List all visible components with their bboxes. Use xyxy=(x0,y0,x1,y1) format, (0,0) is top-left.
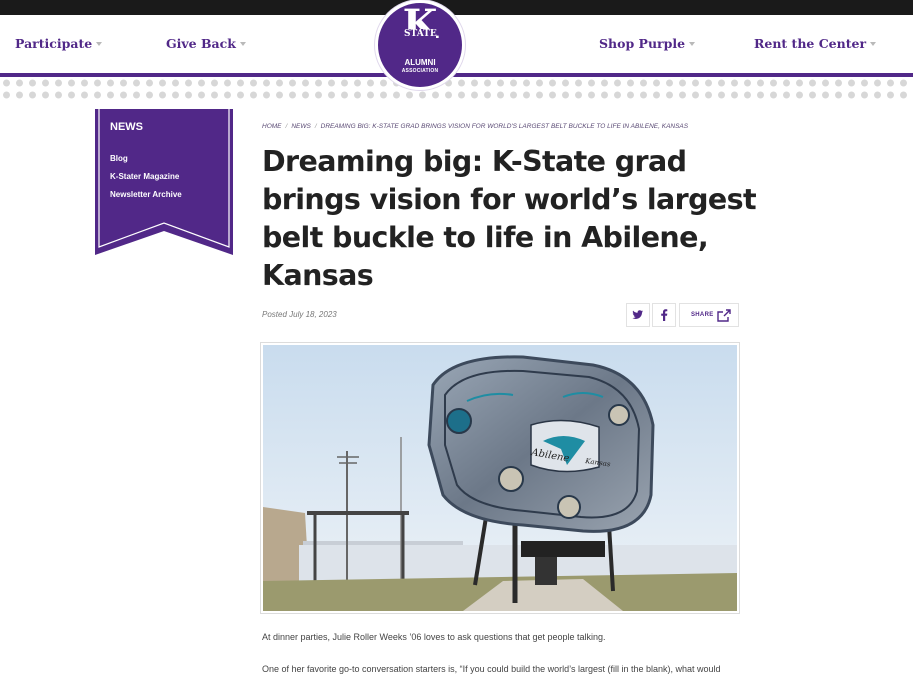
share-icon xyxy=(717,309,731,322)
article-paragraph-1: At dinner parties, Julie Roller Weeks ’0… xyxy=(262,632,606,642)
belt-buckle-photo: Abilene Kansas xyxy=(263,345,737,611)
article-photo: Abilene Kansas xyxy=(260,342,740,614)
share-button[interactable]: SHARE xyxy=(679,303,739,327)
sidebar-item-newsletter-archive[interactable]: Newsletter Archive xyxy=(110,190,182,199)
article-title: Dreaming big: K-State grad brings vision… xyxy=(262,145,757,292)
article-paragraph-2: One of her favorite go-to conversation s… xyxy=(262,664,721,674)
chevron-down-icon xyxy=(870,41,877,46)
facebook-share-button[interactable] xyxy=(652,303,676,327)
twitter-share-button[interactable] xyxy=(626,303,650,327)
chevron-down-icon xyxy=(96,41,103,46)
nav-participate[interactable]: Participate xyxy=(15,36,103,51)
nav-rent-center-label: Rent the Center xyxy=(754,36,867,51)
nav-give-back[interactable]: Give Back xyxy=(166,36,246,51)
sidebar-news-banner: NEWS Blog K-Stater Magazine Newsletter A… xyxy=(95,109,233,255)
dotted-divider xyxy=(0,77,913,101)
breadcrumb-separator: / xyxy=(285,123,288,130)
nav-rent-center[interactable]: Rent the Center xyxy=(754,36,877,51)
nav-shop-purple-label: Shop Purple xyxy=(599,36,686,51)
posted-date: Posted July 18, 2023 xyxy=(262,310,337,319)
facebook-icon xyxy=(661,309,668,321)
nav-participate-label: Participate xyxy=(15,36,93,51)
chevron-down-icon xyxy=(689,41,696,46)
chevron-down-icon xyxy=(239,41,246,46)
nav-shop-purple[interactable]: Shop Purple xyxy=(599,36,696,51)
logo-state: STATE xyxy=(404,29,437,40)
sidebar-title: NEWS xyxy=(110,121,143,133)
twitter-icon xyxy=(632,310,643,319)
breadcrumb-news[interactable]: NEWS xyxy=(291,123,311,130)
sidebar-item-k-stater-magazine[interactable]: K-Stater Magazine xyxy=(110,172,179,181)
breadcrumb: HOME / NEWS / DREAMING BIG: K-STATE GRAD BRI… xyxy=(262,123,688,130)
breadcrumb-current: DREAMING BIG: K-STATE GRAD BRINGS VISION… xyxy=(320,123,689,130)
nav-give-back-label: Give Back xyxy=(166,36,236,51)
breadcrumb-separator: / xyxy=(314,123,317,130)
sidebar-item-blog[interactable]: Blog xyxy=(110,154,128,163)
share-label: SHARE xyxy=(691,312,714,318)
logo-association: ASSOCIATION xyxy=(401,68,439,74)
breadcrumb-home[interactable]: HOME xyxy=(262,123,282,130)
k-state-alumni-logo[interactable]: K STATE ALUMNI ASSOCIATION xyxy=(375,0,465,90)
logo-alumni: ALUMNI xyxy=(404,58,436,67)
